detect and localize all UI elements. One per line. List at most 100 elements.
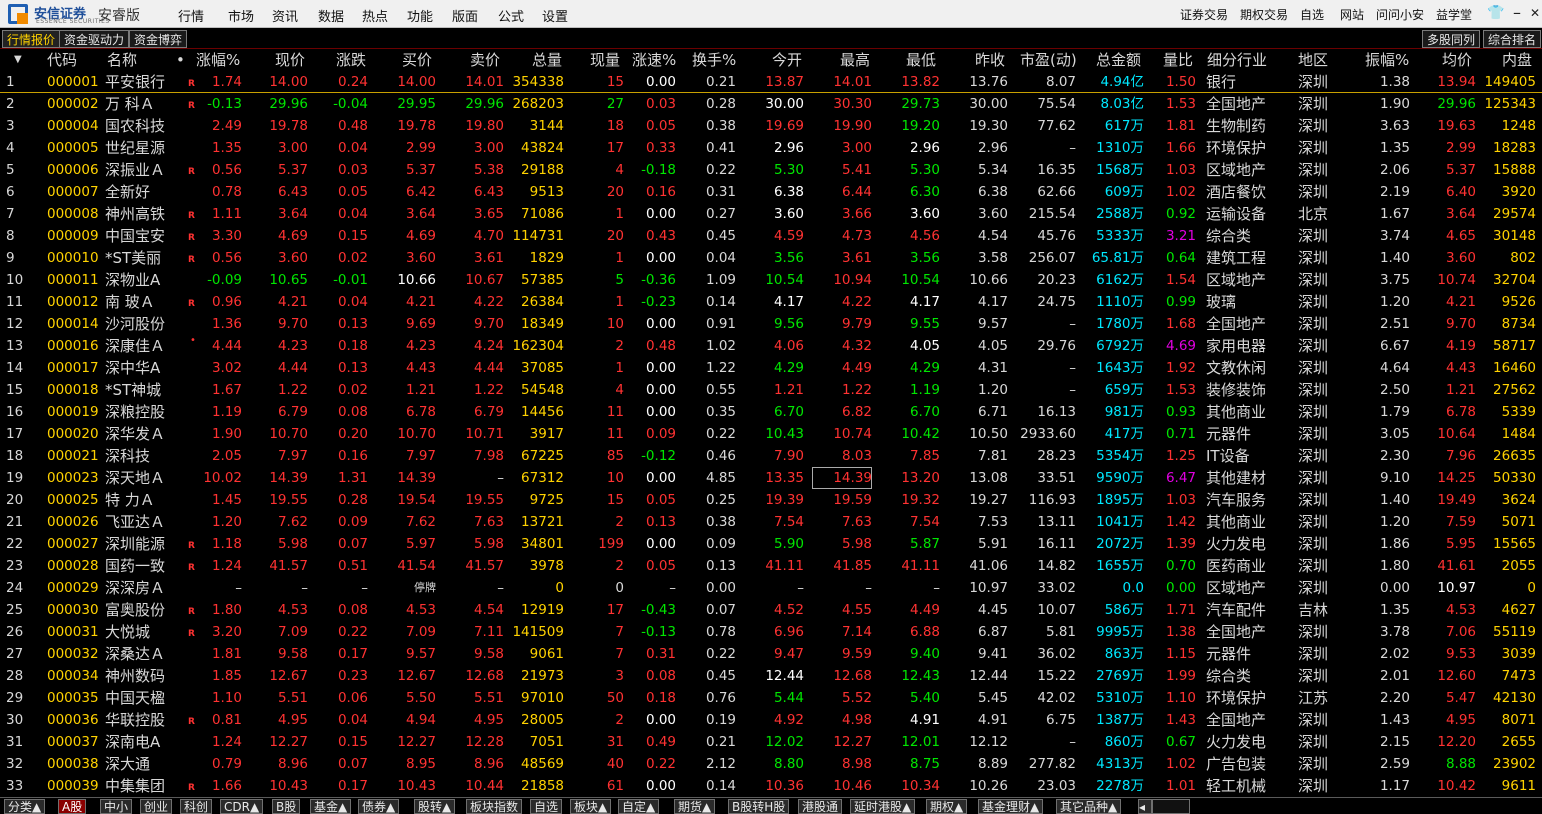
table-row[interactable]: 26 000031 大悦城 R 3.20 7.09 0.22 7.09 7.11 141509 7-… [0, 621, 1542, 643]
menu-right-item-3[interactable]: 网站 [1340, 6, 1364, 23]
table-row[interactable]: 16 000019 深粮控股 1.19 6.79 0.08 6.78 6.79 14456 11 0… [0, 401, 1542, 423]
menu-right-item-1[interactable]: 期权交易 [1240, 6, 1288, 23]
column-header-24[interactable]: 内盘 [1502, 49, 1532, 71]
menu-item-6[interactable]: 版面 [452, 6, 478, 25]
table-row[interactable]: 15 000018 *ST神城 1.67 1.22 0.02 1.21 1.22 54548 4 0… [0, 379, 1542, 401]
column-header-3[interactable]: • [176, 49, 185, 71]
table-row[interactable]: 3 000004 国农科技 2.49 19.78 0.48 19.78 19.80 3144 18… [0, 115, 1542, 137]
column-header-2[interactable]: 名称 [107, 49, 137, 71]
menu-item-1[interactable]: 市场 [228, 6, 254, 25]
minimize-icon[interactable]: – [1508, 4, 1526, 22]
category-tab-11[interactable]: 自选 [530, 799, 563, 814]
table-row[interactable]: 17 000020 深华发Ａ 1.90 10.70 0.20 10.70 10.71 3917 1… [0, 423, 1542, 445]
menu-item-8[interactable]: 设置 [542, 6, 568, 25]
column-header-1[interactable]: 代码 [47, 49, 77, 71]
column-header-18[interactable]: 总金额 [1096, 49, 1141, 71]
category-tab-8[interactable]: 债券▲ [358, 799, 400, 814]
category-tab-6[interactable]: B股 [272, 799, 301, 814]
table-row[interactable]: 23 000028 国药一致 R 1.24 41.57 0.51 41.54 41.57 3978… [0, 555, 1542, 577]
table-row[interactable]: 2 000002 万 科Ａ R -0.13 29.96 -0.04 29.95 29.96 268… [0, 93, 1542, 115]
table-row[interactable]: 27 000032 深桑达Ａ 1.81 9.58 0.17 9.57 9.58 9061 7 0.3… [0, 643, 1542, 665]
tab-0[interactable]: 行情报价 [2, 30, 61, 48]
column-header-13[interactable]: 今开 [772, 49, 802, 71]
menu-item-7[interactable]: 公式 [498, 6, 524, 25]
column-header-21[interactable]: 地区 [1298, 49, 1328, 71]
table-row[interactable]: 4 000005 世纪星源 1.35 3.00 0.04 2.99 3.00 43824 17 0.… [0, 137, 1542, 159]
column-header-10[interactable]: 现量 [590, 49, 620, 71]
tab-2[interactable]: 资金博弈 [129, 30, 188, 48]
table-row[interactable]: 32 000038 深大通 0.79 8.96 0.07 8.95 8.96 48569 40 0.… [0, 753, 1542, 775]
quote-table[interactable]: ▼ 代码 名称 • 涨幅% 现价 涨跌 买价 卖价 总量 现量 涨速% 换手% 今开 最高 最低 昨收 市盈(动)… [0, 49, 1542, 797]
category-tab-15[interactable]: B股转H股 [728, 799, 790, 814]
category-tab-7[interactable]: 基金▲ [310, 799, 352, 814]
table-row[interactable]: 28 000034 神州数码 1.85 12.67 0.23 12.67 12.68 21973… [0, 665, 1542, 687]
category-tab-9[interactable]: 股转▲ [414, 799, 456, 814]
column-header-7[interactable]: 买价 [402, 49, 432, 71]
category-tab-19[interactable]: 基金理财▲ [978, 799, 1044, 814]
category-tab-14[interactable]: 期货▲ [674, 799, 716, 814]
tab-right-1[interactable]: 综合排名 [1483, 30, 1542, 48]
sort-arrow-icon[interactable]: ▼ [14, 49, 22, 71]
column-header-6[interactable]: 涨跌 [336, 49, 366, 71]
column-header-11[interactable]: 涨速% [632, 49, 676, 71]
table-row[interactable]: 20 000025 特 力Ａ 1.45 19.55 0.28 19.54 19.55 9725 1… [0, 489, 1542, 511]
category-tab-16[interactable]: 港股通 [798, 799, 843, 814]
category-tab-13[interactable]: 自定▲ [618, 799, 660, 814]
close-icon[interactable]: ✕ [1526, 4, 1542, 22]
column-header-23[interactable]: 均价 [1442, 49, 1472, 71]
table-row[interactable]: 14 000017 深中华A 3.02 4.44 0.13 4.43 4.44 37085 1 0.… [0, 357, 1542, 379]
menu-item-5[interactable]: 功能 [407, 6, 433, 25]
table-row[interactable]: 8 000009 中国宝安 R 3.30 4.69 0.15 4.69 4.70 114731 20… [0, 225, 1542, 247]
table-row[interactable]: 11 000012 南 玻Ａ R 0.96 4.21 0.04 4.21 4.22 26384 1-… [0, 291, 1542, 313]
column-header-22[interactable]: 振幅% [1365, 49, 1409, 71]
shirt-icon[interactable]: 👕 [1487, 4, 1505, 22]
category-tab-1[interactable]: A股 [58, 799, 87, 814]
column-header-5[interactable]: 现价 [275, 49, 305, 71]
menu-item-2[interactable]: 资讯 [272, 6, 298, 25]
table-row[interactable]: 24 000029 深深房Ａ – – – 停牌 –0 0–0.00– – –10.97 33.02 0.… [0, 577, 1542, 599]
table-row[interactable]: 31 000037 深南电A 1.24 12.27 0.15 12.27 12.28 7051 3… [0, 731, 1542, 753]
category-tab-10[interactable]: 板块指数 [466, 799, 523, 814]
tab-right-0[interactable]: 多股同列 [1422, 30, 1481, 48]
table-row[interactable]: 6 000007 全新好 0.78 6.43 0.05 6.42 6.43 9513 20 0.16… [0, 181, 1542, 203]
column-header-19[interactable]: 量比 [1163, 49, 1193, 71]
table-row[interactable]: 13 000016 深康佳Ａ 4.44 4.23 0.18 4.23 4.24 162304 2 0… [0, 335, 1542, 357]
table-row[interactable]: 21 000026 飞亚达Ａ 1.20 7.62 0.09 7.62 7.63 13721 2 0.… [0, 511, 1542, 533]
table-row[interactable]: 10 000011 深物业A -0.09 10.65 -0.01 10.66 10.67 573… [0, 269, 1542, 291]
table-row[interactable]: 12 000014 沙河股份 1.36 9.70 0.13 9.69 9.70 18349 10 0… [0, 313, 1542, 335]
table-row[interactable]: 18 000021 深科技 2.05 7.97 0.16 7.97 7.98 67225 85 -0… [0, 445, 1542, 467]
category-tab-2[interactable]: 中小 [100, 799, 133, 814]
menu-right-item-2[interactable]: 自选 [1300, 6, 1324, 23]
menu-item-0[interactable]: 行情 [178, 6, 204, 25]
column-header-8[interactable]: 卖价 [470, 49, 500, 71]
category-tab-5[interactable]: CDR▲ [220, 799, 264, 814]
table-row[interactable]: 9 000010 *ST美丽 R 0.56 3.60 0.02 3.60 3.61 1829 1 0.… [0, 247, 1542, 269]
scroll-left-icon[interactable]: ◂ [1138, 799, 1152, 814]
table-row[interactable]: 5 000006 深振业Ａ R 0.56 5.37 0.03 5.37 5.38 29188 4 -0… [0, 159, 1542, 181]
category-tab-17[interactable]: 延时港股▲ [850, 799, 916, 814]
column-header-16[interactable]: 昨收 [975, 49, 1005, 71]
menu-right-item-4[interactable]: 问问小安 [1376, 6, 1424, 23]
horizontal-scrollbar[interactable] [1152, 799, 1190, 814]
tab-1[interactable]: 资金驱动力 [59, 30, 130, 48]
column-header-4[interactable]: 涨幅% [196, 49, 240, 71]
menu-right-item-5[interactable]: 益学堂 [1436, 6, 1472, 23]
column-header-9[interactable]: 总量 [532, 49, 562, 71]
table-row[interactable]: 7 000008 神州高铁 R 1.11 3.64 0.04 3.64 3.65 71086 1 0.… [0, 203, 1542, 225]
menu-item-4[interactable]: 热点 [362, 6, 388, 25]
menu-right-item-0[interactable]: 证券交易 [1180, 6, 1228, 23]
category-tab-3[interactable]: 创业 [140, 799, 173, 814]
column-header-14[interactable]: 最高 [840, 49, 870, 71]
table-row[interactable]: 1 000001 平安银行 R 1.74 14.00 0.24 14.00 14.01 35433… [0, 71, 1542, 93]
column-header-15[interactable]: 最低 [906, 49, 936, 71]
category-tab-0[interactable]: 分类▲ [4, 799, 46, 814]
category-tab-4[interactable]: 科创 [180, 799, 213, 814]
column-header-20[interactable]: 细分行业 [1207, 49, 1267, 71]
category-tab-18[interactable]: 期权▲ [926, 799, 968, 814]
table-row[interactable]: 25 000030 富奥股份 R 1.80 4.53 0.08 4.53 4.54 12919 17… [0, 599, 1542, 621]
column-header-17[interactable]: 市盈(动) [1020, 49, 1077, 71]
category-tab-12[interactable]: 板块▲ [570, 799, 612, 814]
category-tab-20[interactable]: 其它品种▲ [1056, 799, 1122, 814]
table-row[interactable]: 19 000023 深天地Ａ 10.02 14.39 1.31 14.39 – 67312 10 0… [0, 467, 1542, 489]
table-row[interactable]: 22 000027 深圳能源 R 1.18 5.98 0.07 5.97 5.98 34801 19… [0, 533, 1542, 555]
